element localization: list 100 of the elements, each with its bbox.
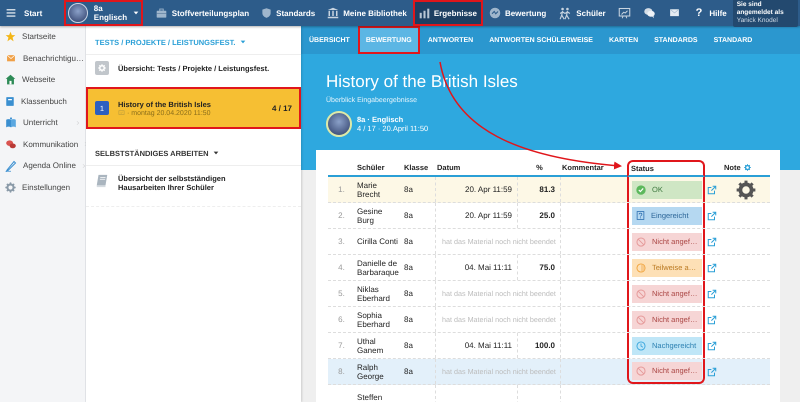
open-link[interactable]	[707, 184, 717, 194]
gear-icon	[98, 64, 106, 72]
row-number: 5.	[338, 289, 345, 298]
row-number: 7.	[338, 341, 345, 350]
badge-icon	[488, 7, 501, 19]
envelope-icon	[5, 54, 17, 63]
clock-icon	[636, 340, 646, 350]
table-cell: 8a	[404, 289, 413, 298]
class-avatar	[326, 111, 352, 137]
external-link-icon	[707, 236, 717, 246]
nav-item[interactable]: Bewertung	[482, 0, 552, 26]
nav-item[interactable]: Schüler	[552, 0, 612, 26]
date-cell: 20. Apr 11:59	[465, 185, 512, 194]
open-link[interactable]	[707, 262, 717, 272]
open-link[interactable]	[707, 340, 717, 350]
student-name: Steffen	[357, 393, 382, 402]
question-document-icon	[636, 210, 645, 221]
sidebar-item[interactable]: Startseite	[0, 26, 85, 48]
caret-icon	[133, 11, 140, 15]
student-name: Gesine Burg	[357, 206, 384, 224]
notebook-icon	[5, 96, 15, 107]
row-number: 2.	[338, 211, 345, 220]
percent-cell: 75.0	[539, 263, 555, 272]
speech-bubbles-icon	[5, 138, 17, 150]
menu-button[interactable]: Start	[0, 0, 64, 26]
prohibited-icon	[636, 236, 646, 246]
row-number: 8.	[338, 367, 345, 376]
settings-icon	[5, 182, 16, 193]
prohibited-icon	[636, 288, 646, 298]
chevron-icon	[82, 162, 86, 169]
open-link[interactable]	[707, 314, 717, 324]
percent-cell: 25.0	[539, 211, 555, 220]
star-icon	[5, 31, 16, 42]
nav-item[interactable]: ? Hilfe	[686, 0, 733, 26]
nav-item[interactable]: Stoffverteilungsplan	[148, 0, 256, 26]
presentation-icon	[618, 7, 631, 19]
shield-icon	[261, 7, 272, 19]
sidebar-item[interactable]: Einstellungen	[0, 176, 85, 198]
external-link-icon	[707, 340, 717, 350]
columns-icon	[327, 7, 340, 19]
table-cell: 8a	[404, 341, 413, 350]
external-link-icon	[707, 184, 717, 194]
menu-icon	[5, 8, 17, 18]
open-book-icon	[5, 117, 17, 128]
half-circle-icon	[636, 262, 646, 272]
screen-icon	[118, 110, 125, 116]
check-circle-icon	[636, 184, 646, 194]
chat-icon	[642, 7, 656, 19]
table-cell: 8a	[404, 237, 413, 246]
student-name: Marie Brecht	[357, 180, 382, 198]
house-icon	[5, 74, 16, 86]
row-number: 1.	[338, 185, 345, 194]
prohibited-icon	[636, 314, 646, 324]
percent-cell: 81.3	[539, 185, 555, 194]
external-link-icon	[707, 262, 717, 272]
open-link[interactable]	[707, 366, 717, 376]
nav-item[interactable]: Standards	[255, 0, 322, 26]
date-cell: 04. Mai 11:11	[464, 263, 512, 272]
pen-icon	[5, 160, 17, 172]
date-cell: 20. Apr 11:59	[465, 211, 512, 220]
external-link-icon	[707, 366, 717, 376]
caret-icon	[240, 40, 246, 44]
sidebar-item[interactable]: Klassenbuch	[0, 90, 85, 112]
help-icon: ?	[692, 7, 706, 19]
percent-cell: 100.0	[534, 341, 555, 350]
settings-icon	[744, 164, 751, 171]
table-cell: 8a	[404, 185, 413, 194]
table-cell: 8a	[404, 263, 413, 272]
open-link[interactable]	[707, 210, 717, 220]
class-avatar	[68, 3, 88, 23]
class-selector[interactable]: 8a Englisch	[64, 0, 143, 26]
external-link-icon	[707, 314, 717, 324]
table-cell: 8a	[404, 211, 413, 220]
settings-icon	[736, 180, 756, 200]
external-link-icon	[707, 288, 717, 298]
student-name: Danielle de Barbaraque	[357, 258, 400, 276]
sidebar-item[interactable]: Webseite	[0, 69, 85, 90]
mail-icon	[668, 8, 681, 18]
student-name: Cirilla Conti	[357, 237, 398, 246]
sidebar-item[interactable]: Benachrichtigu…	[0, 48, 85, 69]
student-name: Ralph George	[357, 362, 385, 380]
nav-item[interactable]: Ergebnisse	[412, 0, 483, 26]
student-name: Sophia Eberhard	[357, 310, 391, 328]
student-name: Uthal Ganem	[357, 336, 384, 354]
walking-people-icon	[558, 6, 572, 20]
sidebar-item[interactable]: Unterricht	[0, 112, 85, 134]
open-link[interactable]	[707, 236, 717, 246]
nav-item[interactable]: Meine Bibliothek	[321, 0, 413, 26]
external-link-icon	[707, 210, 717, 220]
briefcase-icon	[154, 8, 168, 18]
bar-chart-icon	[418, 8, 430, 18]
prohibited-icon	[636, 366, 646, 376]
row-number: 4.	[338, 263, 345, 272]
row-number: 3.	[338, 237, 345, 246]
caret-icon	[213, 151, 220, 155]
date-cell: 04. Mai 11:11	[464, 341, 512, 350]
table-cell: 8a	[404, 367, 413, 376]
table-cell: 8a	[404, 315, 413, 324]
sidebar-item[interactable]: Agenda Online	[0, 155, 85, 176]
open-link[interactable]	[707, 288, 717, 298]
